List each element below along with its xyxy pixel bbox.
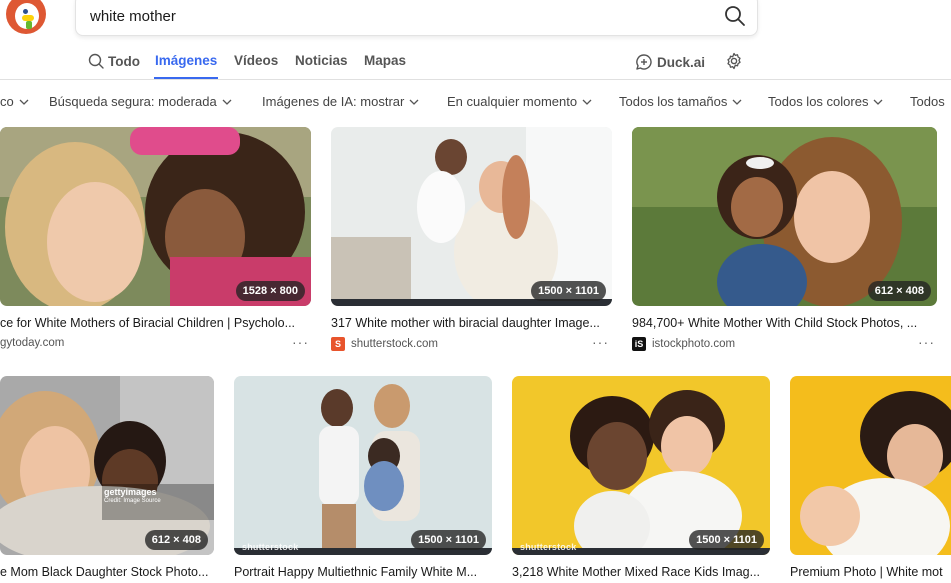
tab-imagenes[interactable]: Imágenes (155, 53, 217, 68)
search-icon (88, 53, 104, 69)
istock-favicon: iS (632, 337, 646, 351)
search-input[interactable] (90, 1, 690, 31)
duckduckgo-logo[interactable] (6, 0, 46, 34)
tab-label: Mapas (364, 53, 407, 68)
getty-brand: gettyimages (104, 487, 157, 497)
image-result[interactable]: 612 × 408 (632, 127, 937, 306)
search-box (75, 0, 758, 36)
result-title[interactable]: 3,218 White Mother Mixed Race Kids Imag.… (512, 565, 768, 579)
shutterstock-favicon: S (331, 337, 345, 351)
photo-mother-daughter (0, 127, 311, 306)
active-tab-indicator (154, 77, 218, 79)
photo-mother-baby (331, 127, 612, 306)
gear-icon (727, 52, 741, 70)
filter-type[interactable]: Todos (910, 94, 945, 109)
image-dimensions: 1500 × 1101 (531, 281, 606, 301)
image-dimensions: 1528 × 800 (235, 281, 305, 301)
filter-label: Todos los tamaños (619, 94, 728, 109)
result-source[interactable]: S shutterstock.com (331, 337, 438, 351)
filter-time[interactable]: En cualquier momento (447, 94, 592, 109)
result-thumbnail[interactable] (790, 376, 951, 555)
image-result[interactable]: 1500 × 1101 (331, 127, 612, 306)
result-thumbnail[interactable]: shutterstock 1500 × 1101 (512, 376, 770, 555)
filter-label: Todos (910, 94, 945, 109)
filter-label: En cualquier momento (447, 94, 578, 109)
tab-label: Noticias (295, 53, 348, 68)
watermark: shutterstock (242, 542, 299, 552)
photo-premium-mother (790, 376, 951, 555)
more-options-button[interactable]: ··· (292, 334, 309, 350)
filter-size[interactable]: Todos los tamaños (619, 94, 742, 109)
result-thumbnail[interactable]: gettyimages Credit: Image Source 612 × 4… (0, 376, 214, 555)
image-result[interactable]: 1528 × 800 (0, 127, 311, 306)
tab-label: Vídeos (234, 53, 279, 68)
result-source[interactable]: iS istockphoto.com (632, 337, 735, 351)
result-thumbnail[interactable]: 1500 × 1101 (331, 127, 612, 306)
photo-mother-kids-yellow (512, 376, 770, 555)
search-button[interactable] (723, 4, 747, 28)
tab-label: Imágenes (155, 53, 218, 68)
chevron-down-icon (582, 99, 592, 105)
search-icon (725, 6, 745, 26)
chevron-down-icon (873, 99, 883, 105)
chevron-down-icon (409, 99, 419, 105)
filter-region[interactable]: co (0, 94, 29, 109)
image-dimensions: 1500 × 1101 (689, 530, 764, 550)
result-title[interactable]: 984,700+ White Mother With Child Stock P… (632, 316, 934, 330)
image-dimensions: 612 × 408 (867, 281, 931, 301)
result-title[interactable]: ce for White Mothers of Biracial Childre… (0, 316, 310, 330)
result-thumbnail[interactable]: 612 × 408 (632, 127, 937, 306)
filter-label: co (0, 94, 14, 109)
result-title[interactable]: Premium Photo | White mot (790, 565, 951, 579)
filter-label: Todos los colores (768, 94, 869, 109)
logo-tie (26, 21, 32, 29)
filter-ai-images[interactable]: Imágenes de IA: mostrar (262, 94, 419, 109)
tab-videos[interactable]: Vídeos (234, 53, 278, 68)
result-thumbnail[interactable]: 1528 × 800 (0, 127, 311, 306)
filter-safe-search[interactable]: Búsqueda segura: moderada (49, 94, 232, 109)
more-options-button[interactable]: ··· (592, 334, 609, 350)
chevron-down-icon (732, 99, 742, 105)
more-options-button[interactable]: ··· (918, 334, 935, 350)
photo-multiethnic-family (234, 376, 492, 555)
getty-credit: Credit: Image Source (104, 498, 161, 504)
filter-bar: co Búsqueda segura: moderada Imágenes de… (0, 90, 951, 114)
image-dimensions: 1500 × 1101 (411, 530, 486, 550)
image-result[interactable]: shutterstock 1500 × 1101 (512, 376, 770, 555)
tab-label: Duck.ai (657, 54, 706, 70)
result-thumbnail[interactable]: shutterstock 1500 × 1101 (234, 376, 492, 555)
getty-watermark: gettyimages Credit: Image Source (104, 488, 161, 506)
logo-eye (23, 9, 28, 14)
photo-mom-black-daughter (0, 376, 214, 555)
vertical-tabs: Todo Imágenes Vídeos Noticias Mapas Duck… (0, 44, 951, 80)
result-source[interactable]: gytoday.com (0, 337, 64, 349)
source-domain: gytoday.com (0, 337, 65, 349)
filter-label: Búsqueda segura: moderada (49, 94, 217, 109)
tab-noticias[interactable]: Noticias (295, 53, 348, 68)
filter-label: Imágenes de IA: mostrar (262, 94, 405, 109)
result-title[interactable]: 317 White mother with biracial daughter … (331, 316, 612, 330)
watermark: shutterstock (520, 542, 577, 552)
tab-label: Todo (108, 53, 140, 69)
source-domain: shutterstock.com (351, 338, 438, 350)
result-title[interactable]: Portrait Happy Multiethnic Family White … (234, 565, 490, 579)
chevron-down-icon (222, 99, 232, 105)
image-dimensions: 612 × 408 (144, 530, 208, 550)
tab-duck-ai[interactable]: Duck.ai (635, 53, 705, 71)
chevron-down-icon (19, 99, 29, 105)
filter-color[interactable]: Todos los colores (768, 94, 883, 109)
tab-todo[interactable]: Todo (88, 53, 140, 69)
image-result[interactable]: shutterstock 1500 × 1101 (234, 376, 492, 555)
chat-icon (636, 54, 652, 70)
photo-mother-toddler (632, 127, 937, 306)
image-result[interactable] (790, 376, 951, 555)
tab-mapas[interactable]: Mapas (364, 53, 406, 68)
image-result[interactable]: gettyimages Credit: Image Source 612 × 4… (0, 376, 214, 555)
settings-button[interactable] (725, 52, 743, 70)
source-domain: istockphoto.com (652, 338, 736, 350)
result-title[interactable]: e Mom Black Daughter Stock Photo... (0, 565, 214, 579)
